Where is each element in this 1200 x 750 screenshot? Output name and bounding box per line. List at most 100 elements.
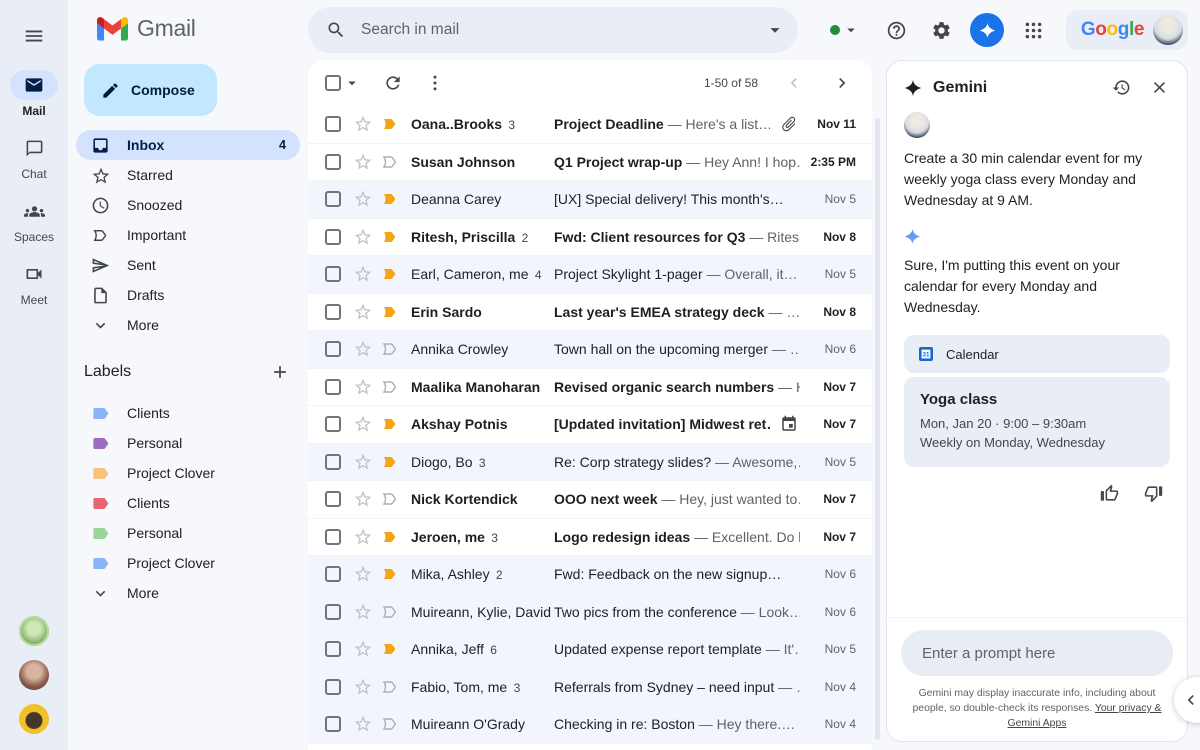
select-checkbox[interactable] [325,641,341,657]
thumb-down-icon[interactable] [1144,484,1163,503]
select-checkbox[interactable] [325,566,341,582]
email-row[interactable]: Ritesh, Priscilla 2Fwd: Client resources… [308,219,872,257]
list-scrollbar[interactable] [875,118,880,740]
importance-marker-icon[interactable] [380,414,400,434]
importance-marker-icon[interactable] [380,114,400,134]
importance-marker-icon[interactable] [380,677,400,697]
star-icon[interactable] [353,564,373,584]
star-icon[interactable] [353,114,373,134]
newer-page-button[interactable] [784,73,804,93]
email-row[interactable]: Maalika ManoharanRevised organic search … [308,369,872,407]
importance-marker-icon[interactable] [380,302,400,322]
email-row[interactable]: Muireann O'GradyChecking in re: Boston —… [308,706,872,744]
email-row[interactable]: Mika, Ashley 2Fwd: Feedback on the new s… [308,556,872,594]
importance-marker-icon[interactable] [380,639,400,659]
label-item-project-clover[interactable]: Project Clover [76,548,300,578]
select-checkbox[interactable] [325,604,341,620]
select-checkbox[interactable] [325,716,341,732]
settings-button[interactable] [921,10,961,50]
presence-status[interactable] [830,21,860,39]
importance-marker-icon[interactable] [380,227,400,247]
star-icon[interactable] [353,489,373,509]
importance-marker-icon[interactable] [380,602,400,622]
star-icon[interactable] [353,677,373,697]
select-checkbox[interactable] [325,116,341,132]
main-menu-button[interactable] [14,16,54,56]
google-apps-button[interactable] [1013,10,1053,50]
importance-marker-icon[interactable] [380,452,400,472]
importance-marker-icon[interactable] [380,564,400,584]
star-icon[interactable] [353,414,373,434]
label-item-personal[interactable]: Personal [76,518,300,548]
select-checkbox[interactable] [325,304,341,320]
email-row[interactable]: Fabio, Tom, me 3Referrals from Sydney – … [308,669,872,707]
email-row[interactable]: Nick KortendickOOO next week — Hey, just… [308,481,872,519]
label-item-clients[interactable]: Clients [76,398,300,428]
select-checkbox[interactable] [325,454,341,470]
older-page-button[interactable] [832,73,852,93]
email-row[interactable]: Diogo, Bo 3Re: Corp strategy slides? — A… [308,444,872,482]
sidebar-item-important[interactable]: Important [76,220,300,250]
star-icon[interactable] [353,602,373,622]
star-icon[interactable] [353,452,373,472]
sidebar-item-starred[interactable]: Starred [76,160,300,190]
rail-item-chat[interactable]: Chat [2,133,66,181]
importance-marker-icon[interactable] [380,189,400,209]
prompt-input-pill[interactable] [901,630,1173,676]
label-item-personal[interactable]: Personal [76,428,300,458]
select-checkbox[interactable] [325,491,341,507]
label-item-more[interactable]: More [76,578,300,608]
star-icon[interactable] [353,714,373,734]
sidebar-item-more[interactable]: More [76,310,300,340]
email-row[interactable]: Akshay Potnis[Updated invitation] Midwes… [308,406,872,444]
more-options-button[interactable] [425,73,445,93]
importance-marker-icon[interactable] [380,527,400,547]
sidebar-item-sent[interactable]: Sent [76,250,300,280]
importance-marker-icon[interactable] [380,489,400,509]
importance-marker-icon[interactable] [380,377,400,397]
star-icon[interactable] [353,152,373,172]
search-bar[interactable] [308,7,798,53]
select-checkbox[interactable] [325,529,341,545]
importance-marker-icon[interactable] [380,714,400,734]
help-button[interactable] [876,10,916,50]
avatar-yellow[interactable] [19,704,49,734]
email-row[interactable]: Annika CrowleyTown hall on the upcoming … [308,331,872,369]
star-icon[interactable] [353,339,373,359]
thumb-up-icon[interactable] [1100,484,1119,503]
rail-item-spaces[interactable]: Spaces [2,196,66,244]
select-checkbox[interactable] [325,416,341,432]
select-checkbox[interactable] [325,379,341,395]
importance-marker-icon[interactable] [380,339,400,359]
sidebar-item-inbox[interactable]: Inbox4 [76,130,300,160]
star-icon[interactable] [353,227,373,247]
select-checkbox[interactable] [325,229,341,245]
compose-button[interactable]: Compose [84,64,217,116]
email-row[interactable]: Muireann, Kylie, DavidTwo pics from the … [308,594,872,632]
search-options-icon[interactable] [764,19,786,41]
label-item-clients[interactable]: Clients [76,488,300,518]
select-checkbox[interactable] [325,266,341,282]
importance-marker-icon[interactable] [380,152,400,172]
select-checkbox[interactable] [325,341,341,357]
avatar-green[interactable] [19,616,49,646]
calendar-chip[interactable]: 31 Calendar [904,335,1170,373]
create-label-button[interactable] [270,362,290,382]
sidebar-item-drafts[interactable]: Drafts [76,280,300,310]
email-row[interactable]: Jeroen, me 3Logo redesign ideas — Excell… [308,519,872,557]
select-checkbox[interactable] [325,191,341,207]
star-icon[interactable] [353,377,373,397]
importance-marker-icon[interactable] [380,264,400,284]
sidebar-item-snoozed[interactable]: Snoozed [76,190,300,220]
prompt-input[interactable] [920,644,1154,663]
select-checkbox[interactable] [325,154,341,170]
select-checkbox[interactable] [325,679,341,695]
search-input[interactable] [359,20,751,40]
select-all-checkbox[interactable] [325,75,341,91]
star-icon[interactable] [353,639,373,659]
account-avatar[interactable] [1153,15,1183,45]
google-account-pill[interactable]: Google [1066,10,1188,50]
email-row[interactable]: Erin SardoLast year's EMEA strategy deck… [308,294,872,332]
gemini-toggle-button[interactable] [970,13,1004,47]
star-icon[interactable] [353,189,373,209]
